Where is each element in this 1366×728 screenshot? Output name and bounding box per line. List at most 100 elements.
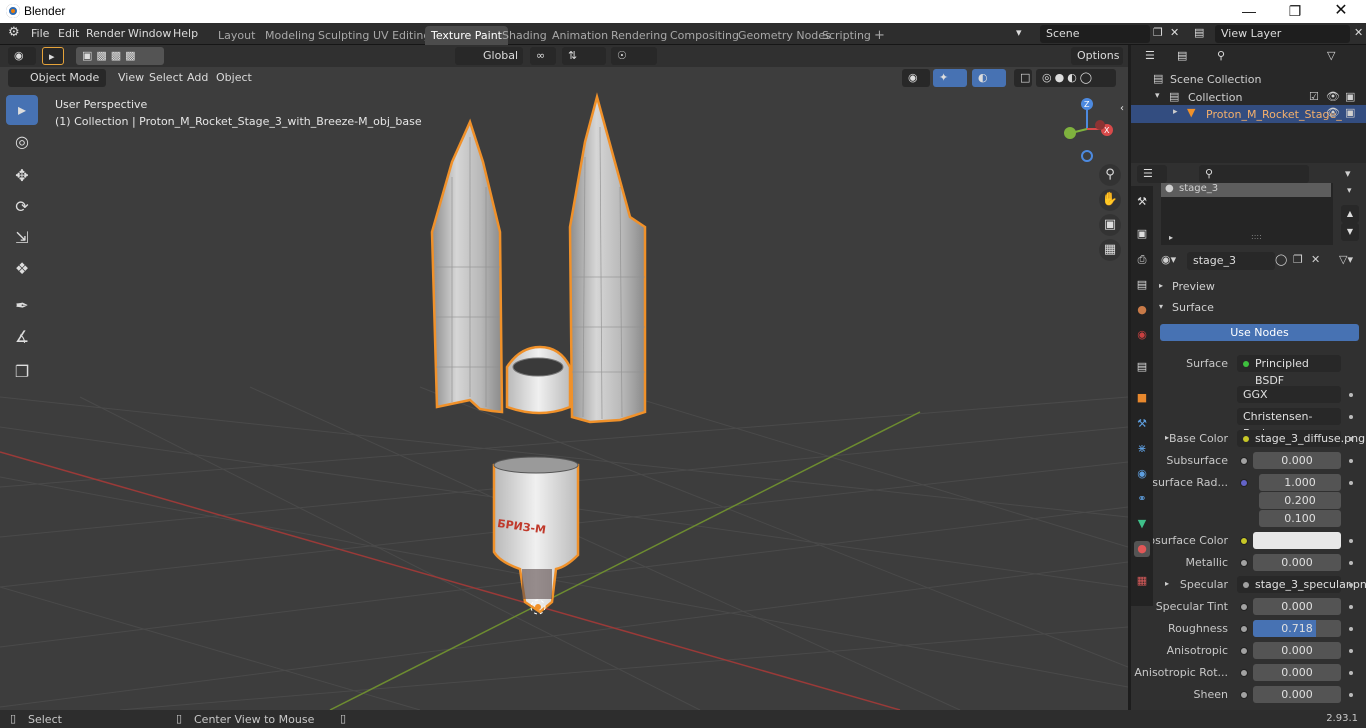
transform-orientation-dropdown[interactable]: Global xyxy=(455,47,523,65)
tab-sculpting[interactable]: Sculpting xyxy=(312,26,375,45)
measure-tool-icon[interactable]: ∡ xyxy=(6,322,38,352)
scale-tool-icon[interactable]: ⇲ xyxy=(6,223,38,253)
select-tool-icon[interactable]: ▸ xyxy=(42,47,64,65)
view-layer-icon[interactable]: ▤ xyxy=(1194,26,1204,39)
snapping-icon[interactable]: ⇅ xyxy=(562,47,606,65)
outliner-scene-collection[interactable]: Scene Collection xyxy=(1170,73,1261,86)
output-tab-icon[interactable]: ⎙ xyxy=(1134,252,1150,268)
distribution-dropdown[interactable]: GGX xyxy=(1237,386,1341,403)
navigation-gizmo[interactable]: Z X xyxy=(1055,95,1125,165)
pivot-icon[interactable]: ∞ xyxy=(530,47,556,65)
slot-options-icon[interactable]: ▾ xyxy=(1347,186,1352,196)
outliner-object-row[interactable]: ▸ ▼ Proton_M_Rocket_Stage_ 👁 ▣ xyxy=(1131,105,1366,123)
transform-tool-icon[interactable]: ❖ xyxy=(6,254,38,284)
close-icon[interactable]: ✕ xyxy=(1318,0,1364,23)
browse-material-icon[interactable]: ◉▾ xyxy=(1161,253,1176,266)
subsurface-method-dropdown[interactable]: Christensen-Burley xyxy=(1237,408,1341,440)
proportional-edit-icon[interactable]: ☉ xyxy=(611,47,657,65)
render-tab-icon[interactable]: ▣ xyxy=(1134,226,1150,242)
options-dropdown[interactable]: Options xyxy=(1071,47,1123,65)
delete-view-layer-icon[interactable]: ✕ xyxy=(1354,26,1363,39)
object-camera-icon[interactable]: ▣ xyxy=(1345,106,1355,119)
slot-move-up-icon[interactable]: ▲ xyxy=(1341,205,1359,223)
menu-file[interactable]: File xyxy=(31,27,49,40)
tab-rendering[interactable]: Rendering xyxy=(605,26,673,45)
base-color-texture-field[interactable]: stage_3_diffuse.png xyxy=(1237,430,1365,447)
anisotropic-field[interactable]: 0.000 xyxy=(1253,642,1341,659)
collection-checkbox-icon[interactable]: ☑ xyxy=(1309,90,1319,103)
tab-shading[interactable]: Shading xyxy=(496,26,553,45)
collection-camera-icon[interactable]: ▣ xyxy=(1345,90,1355,103)
metallic-field[interactable]: 0.000 xyxy=(1253,554,1341,571)
duplicate-material-icon[interactable]: ❐ xyxy=(1293,253,1303,266)
subsurface-radius-z-field[interactable]: 0.100 xyxy=(1259,510,1341,527)
anisotropic-rotation-field[interactable]: 0.000 xyxy=(1253,664,1341,681)
material-link-icon[interactable]: ▽▾ xyxy=(1339,253,1353,266)
select-box-tool-icon[interactable]: ▸ xyxy=(6,95,38,125)
fake-user-icon[interactable]: ◯ xyxy=(1275,253,1287,266)
constraints-tab-icon[interactable]: ⚭ xyxy=(1134,491,1150,507)
menu-add[interactable]: Add xyxy=(187,71,208,84)
shading-mode-icons[interactable]: ◎●◐◯ xyxy=(1036,69,1116,87)
zoom-icon[interactable]: ⚲ xyxy=(1099,164,1121,186)
material-name-field[interactable]: stage_3 xyxy=(1187,252,1275,270)
rotate-tool-icon[interactable]: ⟳ xyxy=(6,192,38,222)
minimize-icon[interactable]: — xyxy=(1226,0,1272,23)
outliner-collection[interactable]: Collection xyxy=(1188,91,1242,104)
tab-layout[interactable]: Layout xyxy=(212,26,261,45)
menu-select[interactable]: Select xyxy=(149,71,183,84)
menu-edit[interactable]: Edit xyxy=(58,27,79,40)
physics-tab-icon[interactable]: ◉ xyxy=(1134,466,1150,482)
view-layer-tab-icon[interactable]: ▤ xyxy=(1134,277,1150,293)
specular-tint-field[interactable]: 0.000 xyxy=(1253,598,1341,615)
menu-render[interactable]: Render xyxy=(86,27,125,40)
visibility-icon[interactable]: ◉ xyxy=(902,69,930,87)
mode-dropdown[interactable]: Object Mode xyxy=(8,69,106,87)
collection-tab-icon[interactable]: ▤ xyxy=(1134,359,1150,375)
use-nodes-button[interactable]: Use Nodes xyxy=(1160,324,1359,341)
3d-viewport[interactable]: БРИЗ-М User Perspective (1) Collection |… xyxy=(0,67,1128,710)
world-tab-icon[interactable]: ◉ xyxy=(1134,327,1150,343)
material-slot-row[interactable]: ● stage_3 xyxy=(1161,183,1331,197)
tool-tab-icon[interactable]: ⚒ xyxy=(1134,194,1150,210)
sheen-field[interactable]: 0.000 xyxy=(1253,686,1341,703)
object-eye-icon[interactable]: 👁 xyxy=(1326,106,1340,119)
selection-mode-icons[interactable]: ▣▩▩▩ xyxy=(76,47,164,65)
delete-scene-icon[interactable]: ✕ xyxy=(1170,26,1179,39)
material-tab-icon[interactable]: ● xyxy=(1134,541,1150,557)
gizmo-toggle-icon[interactable]: ✦ xyxy=(933,69,967,87)
pan-hand-icon[interactable]: ✋ xyxy=(1099,189,1121,211)
properties-search-input[interactable]: ⚲ xyxy=(1199,165,1309,183)
panel-preview[interactable]: Preview xyxy=(1172,280,1215,293)
surface-expand-icon[interactable]: ▾ xyxy=(1159,302,1163,311)
filter-icon[interactable]: ▽ xyxy=(1321,47,1347,65)
ortho-grid-icon[interactable]: ▦ xyxy=(1099,239,1121,261)
sidebar-toggle-icon[interactable]: ‹ xyxy=(1120,103,1124,114)
subsurface-color-swatch[interactable] xyxy=(1253,532,1341,549)
outliner-search-input[interactable]: ⚲ xyxy=(1211,47,1319,65)
object-tab-icon[interactable]: ■ xyxy=(1134,390,1150,406)
menu-window[interactable]: Window xyxy=(128,27,171,40)
menu-object[interactable]: Object xyxy=(216,71,252,84)
collection-eye-icon[interactable]: 👁 xyxy=(1326,90,1340,103)
panel-surface[interactable]: Surface xyxy=(1172,301,1214,314)
specular-texture-field[interactable]: stage_3_specular.png xyxy=(1237,576,1366,593)
tab-animation[interactable]: Animation xyxy=(546,26,614,45)
properties-options-icon[interactable]: ▾ xyxy=(1345,167,1351,180)
subsurface-radius-x-field[interactable]: 1.000 xyxy=(1259,474,1341,491)
scene-name-field[interactable]: Scene xyxy=(1040,25,1150,43)
new-scene-icon[interactable]: ❐ xyxy=(1153,26,1163,39)
cursor-tool-icon[interactable]: ◎ xyxy=(6,127,38,157)
modifier-tab-icon[interactable]: ⚒ xyxy=(1134,416,1150,432)
data-tab-icon[interactable]: ▼ xyxy=(1134,516,1150,532)
camera-view-icon[interactable]: ▣ xyxy=(1099,214,1121,236)
add-workspace-icon[interactable]: + xyxy=(868,26,891,45)
outliner-editor-icon[interactable]: ☰ xyxy=(1139,47,1165,65)
add-cube-tool-icon[interactable]: ❐ xyxy=(6,357,38,387)
annotate-tool-icon[interactable]: ✒ xyxy=(6,291,38,321)
scene-tab-icon[interactable]: ● xyxy=(1134,302,1150,318)
move-tool-icon[interactable]: ✥ xyxy=(6,161,38,191)
subsurface-field[interactable]: 0.000 xyxy=(1253,452,1341,469)
material-slot-list[interactable]: ● stage_3 ▸ :::: xyxy=(1161,183,1333,245)
roughness-slider[interactable]: 0.718 xyxy=(1253,620,1341,637)
